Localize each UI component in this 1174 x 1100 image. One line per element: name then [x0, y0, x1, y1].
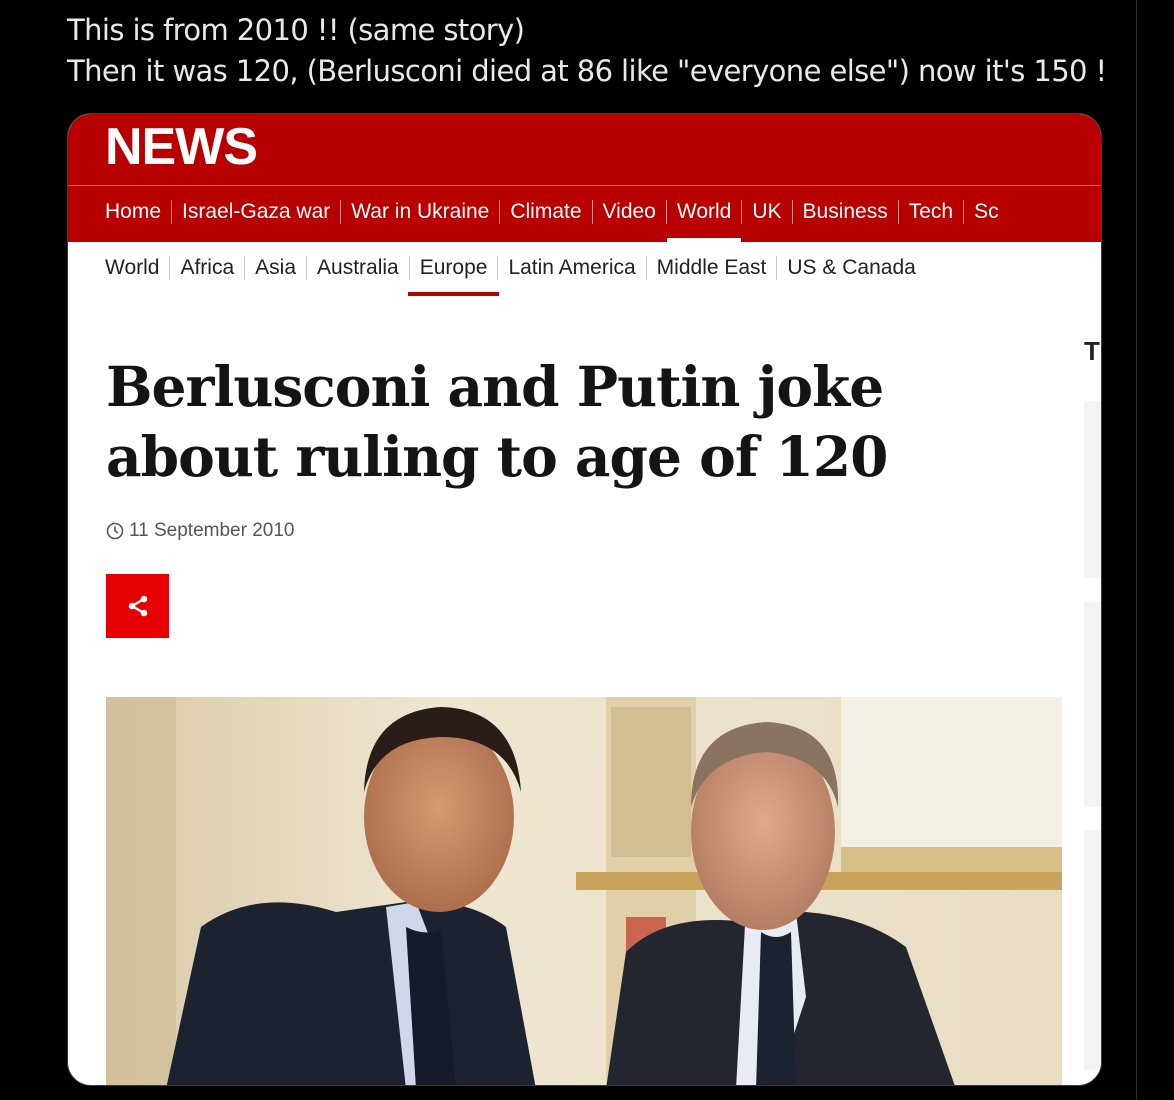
news-masthead: NEWS Home Israel-Gaza war War in Ukraine…	[68, 114, 1101, 242]
secondary-nav-us-canada[interactable]: US & Canada	[776, 256, 925, 280]
sidebar-heading-truncated: T	[1084, 336, 1100, 366]
primary-nav-israel-gaza-war[interactable]: Israel-Gaza war	[171, 200, 340, 224]
secondary-nav: World Africa Asia Australia Europe Latin…	[105, 256, 926, 296]
article-date: 11 September 2010	[106, 520, 295, 542]
timeline-divider	[1136, 0, 1137, 1100]
article-photo	[106, 697, 1062, 1085]
sidebar-promo-block	[1084, 401, 1101, 578]
secondary-nav-australia[interactable]: Australia	[306, 256, 409, 280]
article-headline: Berlusconi and Putin joke about ruling t…	[106, 354, 888, 489]
primary-nav: Home Israel-Gaza war War in Ukraine Clim…	[105, 200, 1009, 242]
primary-nav-climate[interactable]: Climate	[499, 200, 591, 224]
secondary-nav-asia[interactable]: Asia	[244, 256, 306, 280]
primary-nav-home[interactable]: Home	[105, 200, 171, 224]
tweet-line-1: This is from 2010 !! (same story)	[67, 13, 525, 47]
share-icon	[128, 595, 147, 617]
embedded-screenshot-card[interactable]: NEWS Home Israel-Gaza war War in Ukraine…	[67, 113, 1102, 1086]
news-logo[interactable]: NEWS	[105, 116, 258, 178]
clock-icon	[106, 522, 124, 540]
primary-nav-business[interactable]: Business	[791, 200, 898, 224]
share-button[interactable]	[106, 574, 169, 638]
sidebar-promo-block	[1084, 602, 1101, 807]
secondary-nav-europe[interactable]: Europe	[407, 256, 500, 296]
secondary-nav-middle-east[interactable]: Middle East	[645, 256, 777, 280]
secondary-nav-africa[interactable]: Africa	[169, 256, 244, 280]
sidebar-promo-block	[1084, 830, 1101, 1070]
primary-nav-video[interactable]: Video	[591, 200, 666, 224]
primary-nav-tech[interactable]: Tech	[897, 200, 963, 224]
tweet-text: This is from 2010 !! (same story) Then i…	[67, 10, 1127, 92]
secondary-nav-world[interactable]: World	[105, 256, 169, 280]
tweet-line-2: Then it was 120, (Berlusconi died at 86 …	[67, 54, 1107, 88]
primary-nav-science-truncated[interactable]: Sc	[963, 200, 1009, 224]
primary-nav-world[interactable]: World	[665, 200, 742, 242]
secondary-nav-latin-america[interactable]: Latin America	[497, 256, 645, 280]
date-text: 11 September 2010	[129, 520, 295, 541]
primary-nav-uk[interactable]: UK	[741, 200, 791, 224]
primary-nav-war-in-ukraine[interactable]: War in Ukraine	[340, 200, 499, 224]
masthead-divider	[68, 185, 1101, 186]
